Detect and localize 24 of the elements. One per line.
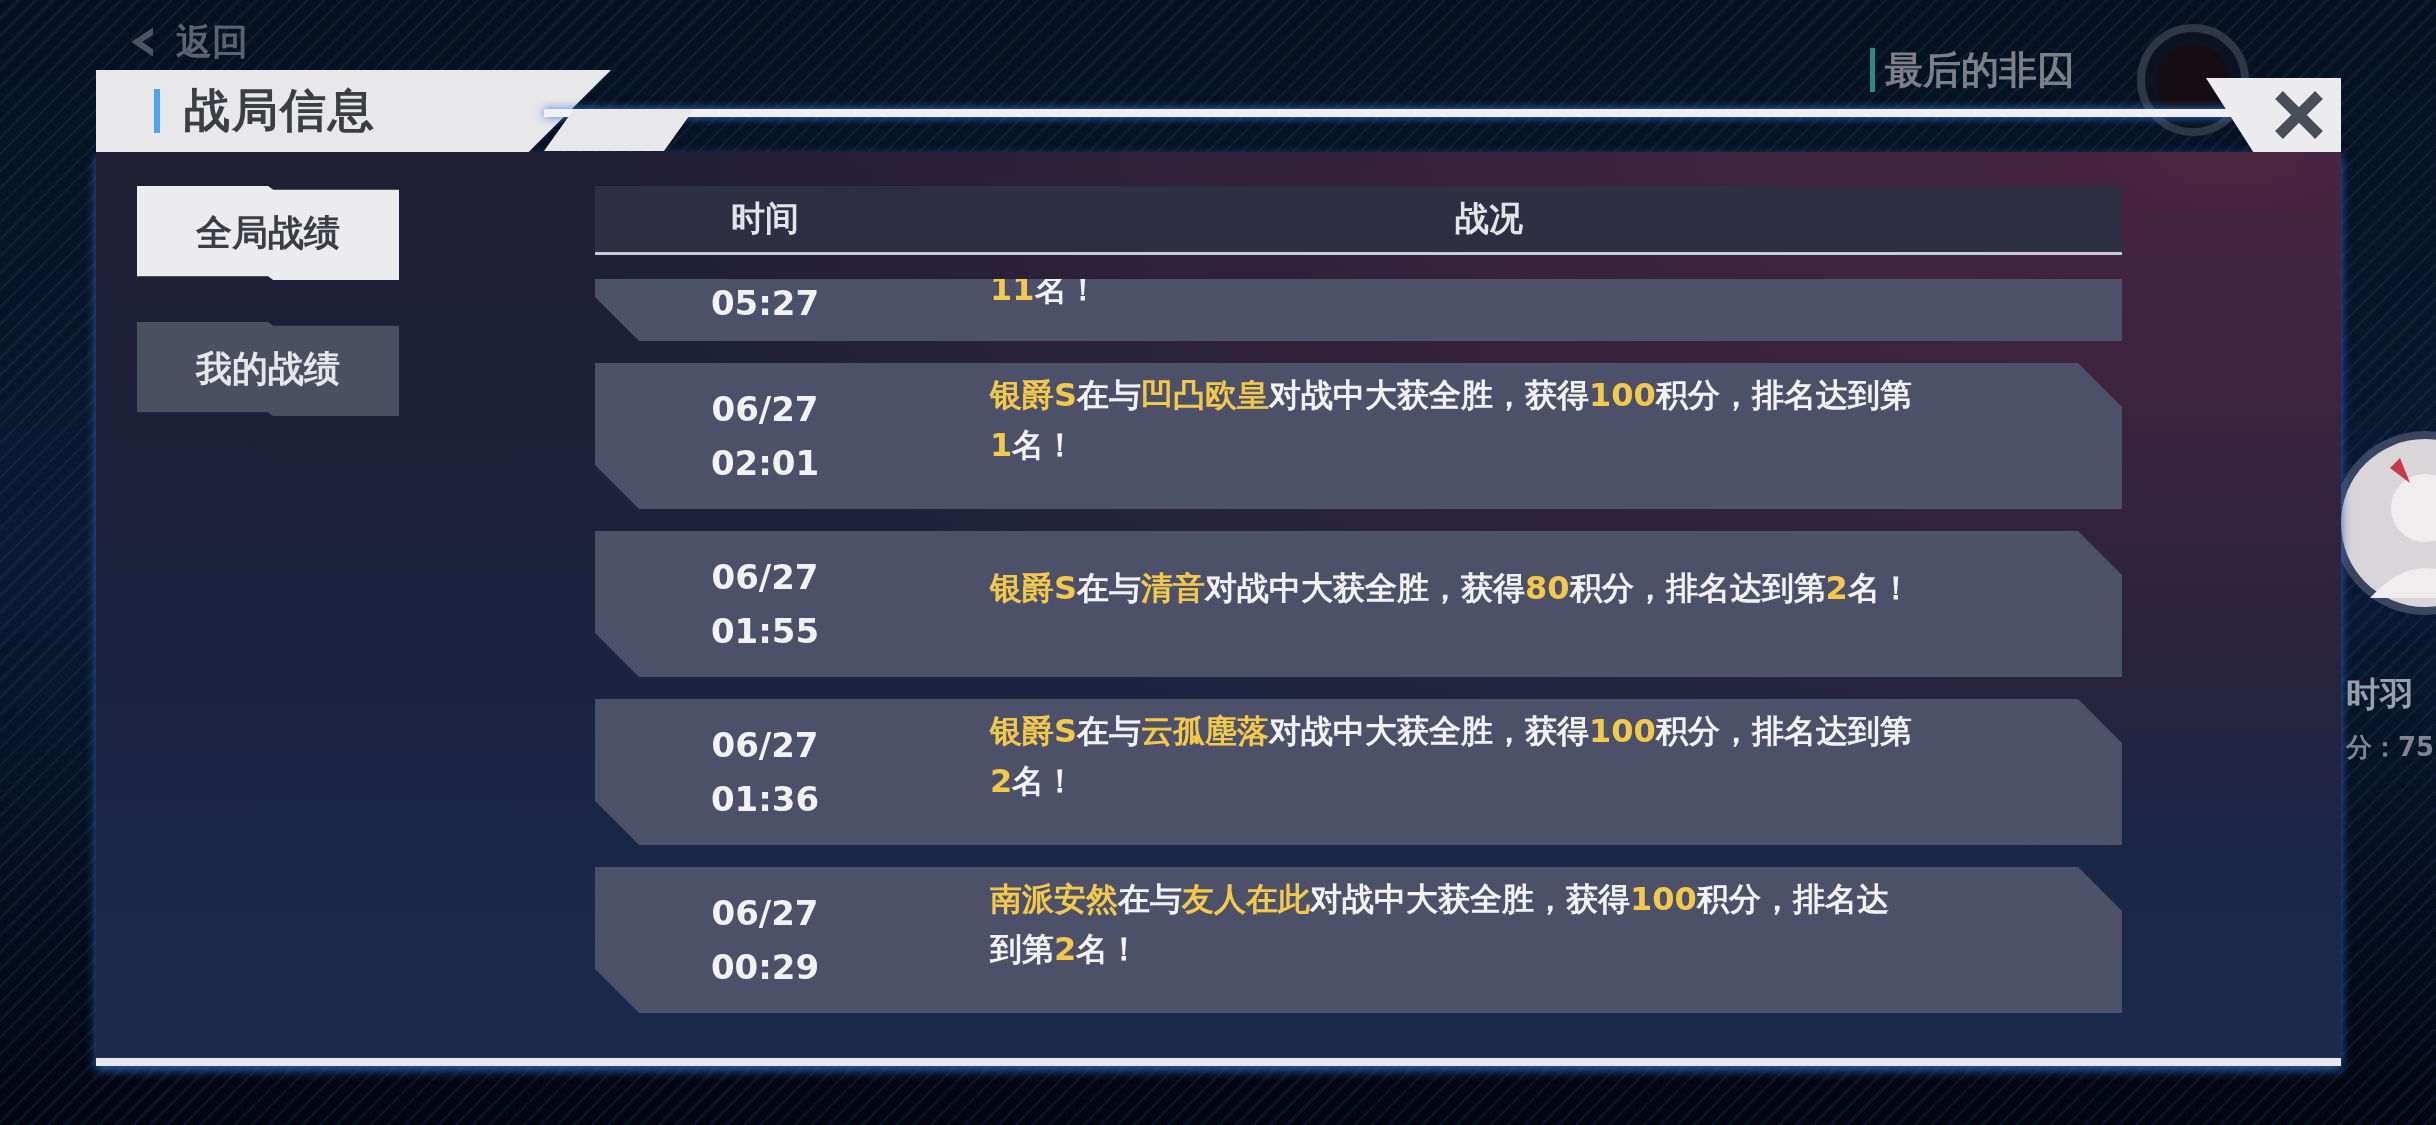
date-text: 06/27 bbox=[711, 557, 819, 597]
event-text: 银爵S在与云孤塵落对战中大获全胜，获得100积分，排名达到第 2名！ bbox=[990, 711, 1913, 802]
tab[interactable]: 我的战绩 bbox=[137, 322, 399, 416]
time-text: 05:27 bbox=[710, 283, 820, 323]
date-text: 06/27 bbox=[711, 893, 819, 933]
date-text: 06/27 bbox=[711, 389, 819, 429]
accent-bar bbox=[154, 89, 160, 133]
column-header: 时间 bbox=[730, 197, 800, 240]
dialog-title: 战局信息 bbox=[184, 82, 376, 139]
event-text: 银爵S在与凹凸欧皇对战中大获全胜，获得100积分，排名达到第 1名！ bbox=[990, 375, 1913, 466]
player-name: 时羽 bbox=[2346, 673, 2414, 716]
time-text: 01:55 bbox=[710, 611, 820, 651]
tab[interactable]: 全局战绩 bbox=[137, 186, 399, 280]
event-text: 银爵S在与清音对战中大获全胜，获得80积分，排名达到第2名！ bbox=[990, 568, 1913, 609]
player-title: 最后的非囚 bbox=[1870, 48, 2075, 92]
date-text: 06/27 bbox=[711, 725, 819, 765]
score-text: 分：75 bbox=[2346, 731, 2435, 764]
time-text: 02:01 bbox=[710, 443, 820, 483]
close-button[interactable] bbox=[2206, 78, 2341, 152]
close-icon bbox=[2272, 89, 2325, 141]
event-text: 南派安然在与友人在此对战中大获全胜，获得100积分，排名达 到第2名！ bbox=[990, 879, 1890, 970]
column-header: 战况 bbox=[1453, 197, 1524, 240]
time-text: 01:36 bbox=[710, 779, 820, 819]
time-text: 00:29 bbox=[710, 947, 820, 987]
